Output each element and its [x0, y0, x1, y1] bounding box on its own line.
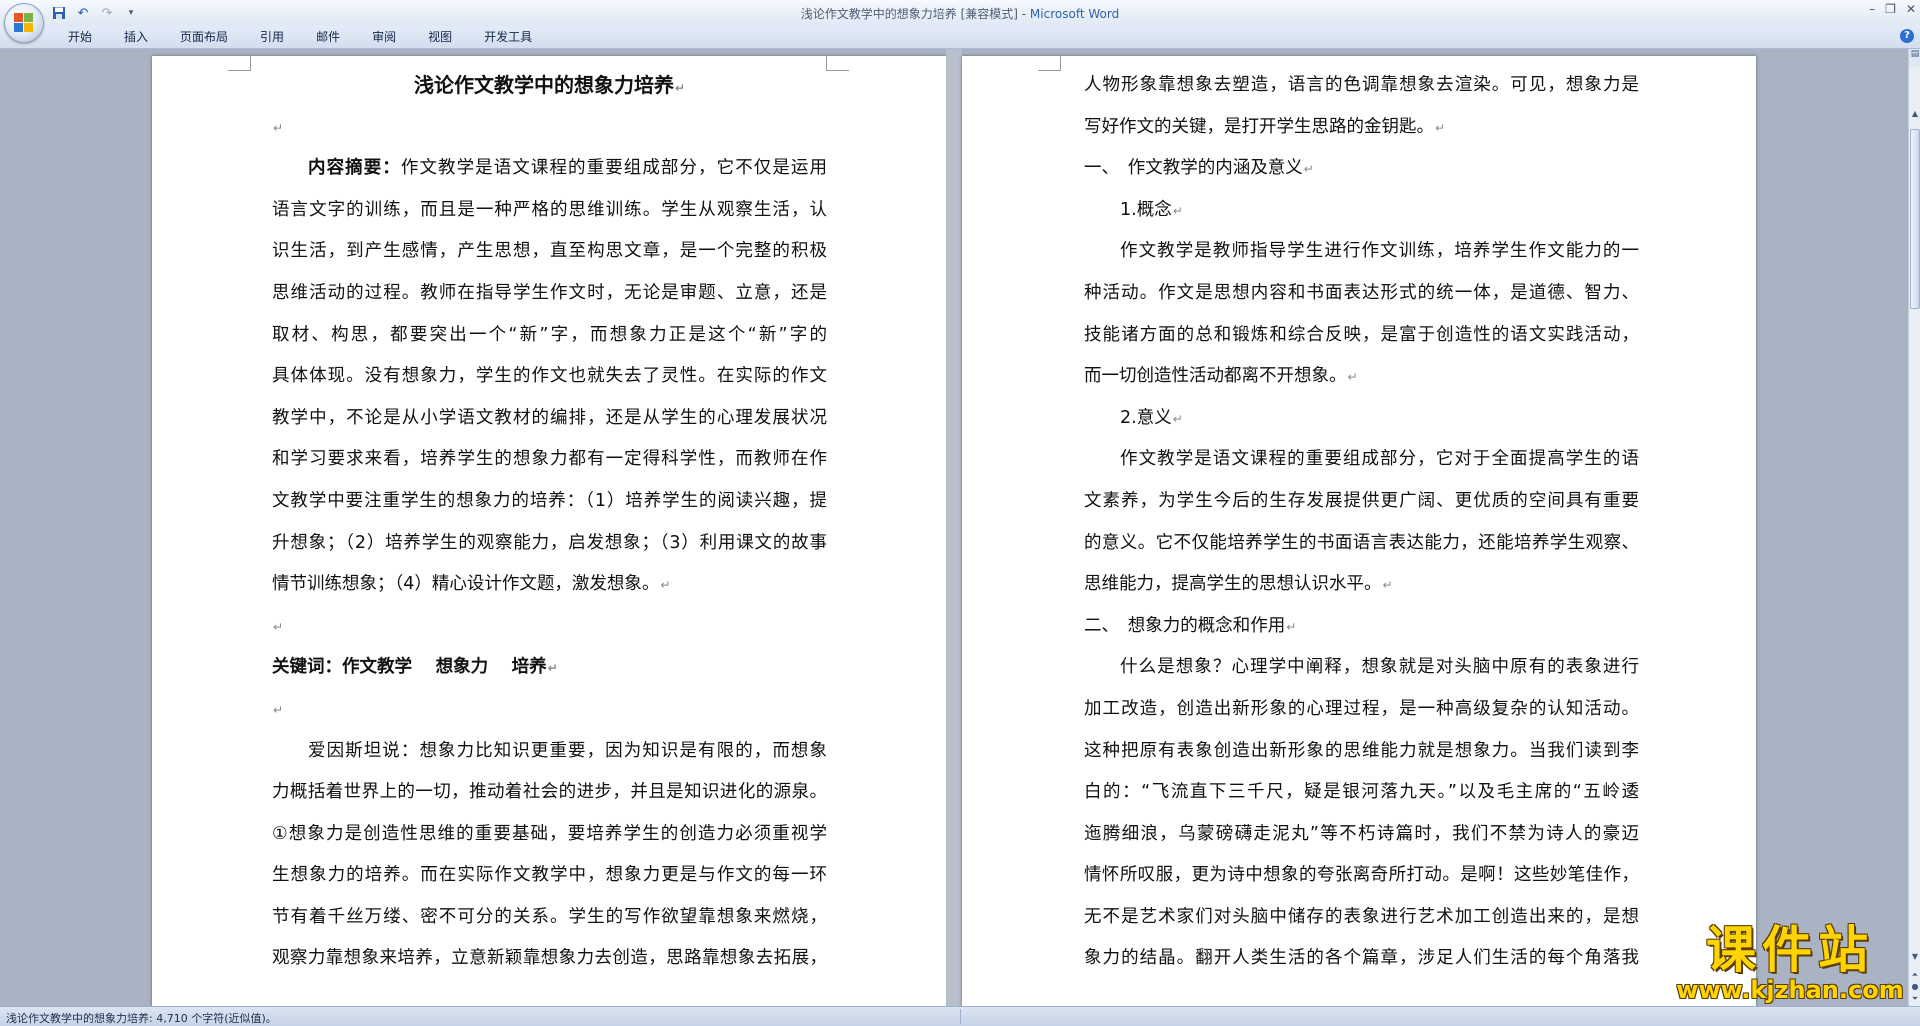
- keywords-line: 关键词：作文教学 想象力 培养↵: [272, 657, 558, 678]
- empty-paragraph: ↵: [273, 120, 284, 135]
- abstract-line: 内容摘要：作文教学是语文课程的重要组成部分，它不仅是运用: [308, 158, 828, 179]
- abstract-line: 文教学中要注重学生的想象力的培养：（1）培养学生的阅读兴趣，提: [272, 490, 827, 511]
- section-heading: 二、 想象力的概念和作用↵: [1084, 615, 1297, 636]
- body-line: 什么是想象？心理学中阐释，想象就是对头脑中原有的表象进行: [1120, 657, 1639, 678]
- tab-insert[interactable]: 插入: [108, 29, 164, 45]
- restore-button[interactable]: ❐: [1885, 2, 1896, 16]
- scroll-up-icon[interactable]: ▲: [1909, 109, 1920, 123]
- section-heading: 一、 作文教学的内涵及意义↵: [1084, 158, 1314, 179]
- tab-home[interactable]: 开始: [52, 29, 108, 45]
- status-bar: 浅论作文教学中的想象力培养: 4,710 个字符(近似值)。: [0, 1006, 1920, 1026]
- empty-paragraph: ↵: [273, 619, 284, 634]
- office-button[interactable]: [4, 3, 44, 43]
- body-line: 白的：“飞流直下三千尺，疑是银河落九天。”以及毛主席的“五岭逶: [1084, 782, 1639, 803]
- abstract-line: 情节训练想象；（4）精心设计作文题，激发想象。↵: [272, 574, 671, 595]
- watermark-title: 课件站: [1706, 921, 1874, 979]
- body-line: 作文教学是语文课程的重要组成部分，它对于全面提高学生的语: [1120, 449, 1639, 470]
- tab-mailings[interactable]: 邮件: [300, 29, 356, 45]
- abstract-line: 和学习要求来看，培养学生的想象力都有一定得科学性，而教师在作: [272, 449, 827, 470]
- body-line: 写好作文的关键，是打开学生思路的金钥匙。↵: [1084, 116, 1446, 137]
- abstract-line: 取材、构思，都要突出一个“新”字，而想象力正是这个“新”字的: [272, 324, 827, 345]
- tab-review[interactable]: 审阅: [356, 29, 412, 45]
- app-name: Microsoft Word: [1029, 7, 1120, 21]
- document-page-left[interactable]: 浅论作文教学中的想象力培养↵ ↵ 内容摘要：作文教学是语文课程的重要组成部分，它…: [152, 56, 946, 1006]
- tab-view[interactable]: 视图: [412, 29, 468, 45]
- body-line: 象力的结晶。翻开人类生活的各个篇章，涉足人们生活的每个角落我: [1084, 948, 1639, 969]
- title-bar: ↶ ↷ ▾ 浅论作文教学中的想象力培养 [兼容模式] - Microsoft W…: [0, 0, 1920, 27]
- ribbon-tab-bar: 开始 插入 页面布局 引用 邮件 审阅 视图 开发工具 ?: [0, 26, 1920, 49]
- office-logo-icon: [14, 13, 34, 33]
- margin-corner-mark: [1038, 56, 1061, 71]
- body-line: 技能诸方面的总和锻炼和综合反映，是富于创造性的语文实践活动，: [1084, 324, 1639, 345]
- help-icon[interactable]: ?: [1900, 29, 1914, 43]
- close-button[interactable]: ✕: [1906, 2, 1916, 16]
- body-line: 思维能力，提高学生的思想认识水平。↵: [1084, 574, 1393, 595]
- minimize-button[interactable]: –: [1869, 2, 1875, 16]
- body-line: 爱因斯坦说：想象力比知识更重要，因为知识是有限的，而想象: [308, 740, 827, 761]
- vertical-scrollbar[interactable]: ▤ ▲ ▼ ⏶ ● ⏷: [1908, 49, 1920, 1006]
- body-line: 的意义。它不仅能培养学生的书面语言表达能力，还能培养学生观察、: [1084, 532, 1639, 553]
- abstract-line: 升想象；（2）培养学生的观察能力，启发想象；（3）利用课文的故事: [272, 532, 827, 553]
- body-line: 生想象力的培养。而在实际作文教学中，想象力更是与作文的每一环: [272, 865, 827, 886]
- watermark-url: www.kjzhan.com: [1676, 976, 1904, 1004]
- tab-developer[interactable]: 开发工具: [468, 29, 548, 45]
- scrollbar-thumb[interactable]: [1910, 129, 1920, 309]
- body-line: 作文教学是教师指导学生进行作文训练，培养学生作文能力的一: [1120, 241, 1639, 262]
- body-line: ①想象力是创造性思维的重要基础，要培养学生的创造力必须重视学: [272, 823, 827, 844]
- watermark-logo: 课件站 www.kjzhan.com: [1668, 921, 1912, 1004]
- body-line: 文素养，为学生今后的生存发展提供更广阔、更优质的空间具有重要: [1084, 490, 1639, 511]
- abstract-line: 具体体现。没有想象力，学生的作文也就失去了灵性。在实际的作文: [272, 366, 827, 387]
- abstract-line: 语言文字的训练，而且是一种严格的思维训练。学生从观察生活，认: [272, 199, 827, 220]
- subsection-heading: 2.意义↵: [1120, 407, 1183, 428]
- document-area: 浅论作文教学中的想象力培养↵ ↵ 内容摘要：作文教学是语文课程的重要组成部分，它…: [0, 49, 1908, 1006]
- body-line: 人物形象靠想象去塑造，语言的色调靠想象去渲染。可见，想象力是: [1084, 75, 1639, 95]
- abstract-line: 教学中，不论是从小学语文教材的编排，还是从学生的心理发展状况: [272, 407, 827, 428]
- status-divider: [960, 1009, 961, 1024]
- body-line: 观察力靠想象来培养，立意新颖靠想象力去创造，思路靠想象去拓展，: [272, 948, 827, 969]
- window-title: 浅论作文教学中的想象力培养 [兼容模式] - Microsoft Word: [0, 5, 1920, 22]
- document-title: 浅论作文教学中的想象力培养 [兼容模式] -: [800, 7, 1030, 21]
- body-line: 迤腾细浪，乌蒙磅礴走泥丸”等不朽诗篇时，我们不禁为诗人的豪迈: [1084, 823, 1639, 844]
- document-title-heading: 浅论作文教学中的想象力培养↵: [413, 73, 686, 97]
- body-line: 力概括着世界上的一切，推动着社会的进步，并且是知识进化的源泉。: [272, 782, 827, 803]
- page-gap: [946, 49, 962, 1006]
- tab-page-layout[interactable]: 页面布局: [164, 29, 244, 45]
- status-word-count[interactable]: 浅论作文教学中的想象力培养: 4,710 个字符(近似值)。: [6, 1010, 277, 1026]
- empty-paragraph: ↵: [273, 702, 284, 717]
- margin-corner-mark: [228, 56, 251, 71]
- abstract-line: 识生活，到产生感情，产生思想，直至构思文章，是一个完整的积极: [272, 241, 827, 262]
- body-line: 无不是艺术家们对头脑中储存的表象进行艺术加工创造出来的，是想: [1084, 906, 1639, 927]
- body-line: 这种把原有表象创造出新形象的思维能力就是想象力。当我们读到李: [1084, 740, 1639, 761]
- abstract-line: 思维活动的过程。教师在指导学生作文时，无论是审题、立意，还是: [272, 282, 827, 303]
- body-line: 情怀所叹服，更为诗中想象的夸张离奇所打动。是啊！这些妙笔佳作，: [1084, 865, 1639, 886]
- document-page-right[interactable]: 人物形象靠想象去塑造，语言的色调靠想象去渲染。可见，想象力是 写好作文的关键，是…: [962, 56, 1756, 1006]
- body-line: 加工改造，创造出新形象的心理过程，是一种高级复杂的认知活动。: [1084, 698, 1639, 719]
- body-line: 种活动。作文是思想内容和书面表达形式的统一体，是道德、智力、: [1084, 282, 1639, 303]
- view-ruler-icon[interactable]: ▤: [1909, 49, 1920, 67]
- subsection-heading: 1.概念↵: [1120, 199, 1183, 220]
- body-line: 节有着千丝万缕、密不可分的关系。学生的写作欲望靠想象来燃烧，: [272, 906, 827, 927]
- window-controls: – ❐ ✕: [1869, 2, 1916, 16]
- tab-references[interactable]: 引用: [244, 29, 300, 45]
- margin-corner-mark: [826, 56, 849, 71]
- body-line: 而一切创造性活动都离不开想象。↵: [1084, 366, 1358, 387]
